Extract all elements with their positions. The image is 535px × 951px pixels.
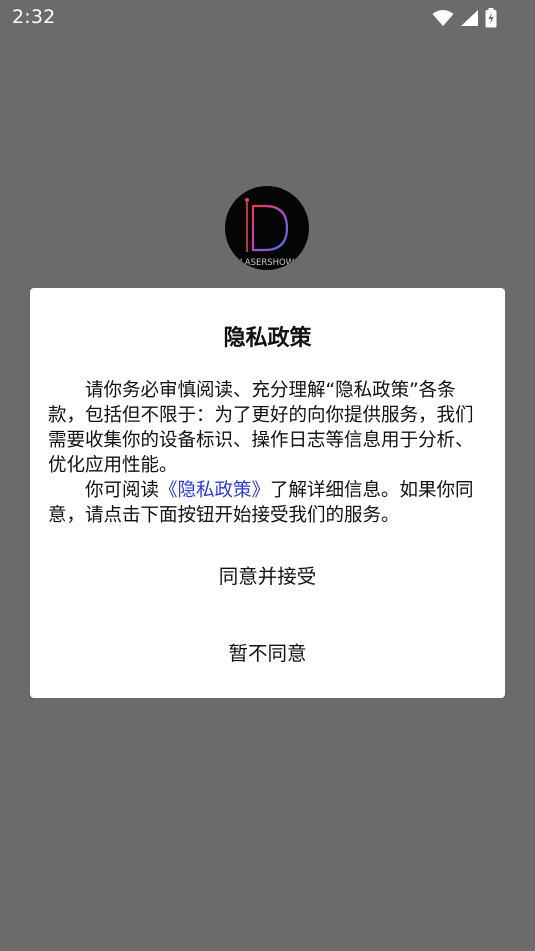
dialog-title: 隐私政策 [223,326,312,351]
privacy-dialog: 隐私政策 请你务必审慎阅读、充分理解“隐私政策”各条款，包括但不限于：为了更好的… [30,288,505,698]
status-icons [432,8,497,28]
accept-button[interactable]: 同意并接受 [30,560,505,589]
policy-paragraph-2: 你可阅读《隐私政策》了解详细信息。如果你同意，请点击下面按钮开始接受我们的服务。 [48,478,488,528]
privacy-policy-link[interactable]: 《隐私政策》 [159,480,270,501]
battery-charging-icon [485,8,497,28]
wifi-icon [432,9,454,27]
dialog-body: 请你务必审慎阅读、充分理解“隐私政策”各条款，包括但不限于：为了更好的向你提供服… [48,378,488,528]
logo-text: LASERSHOW [240,258,295,268]
status-bar: 2:32 [0,0,535,36]
cellular-signal-icon [460,9,479,27]
policy-paragraph-1: 请你务必审慎阅读、充分理解“隐私政策”各条款，包括但不限于：为了更好的向你提供服… [48,380,474,476]
paragraph-2-prefix: 你可阅读 [85,480,160,501]
status-time: 2:32 [12,6,56,28]
decline-button[interactable]: 暂不同意 [30,637,505,666]
app-logo: LASERSHOW [225,186,309,270]
